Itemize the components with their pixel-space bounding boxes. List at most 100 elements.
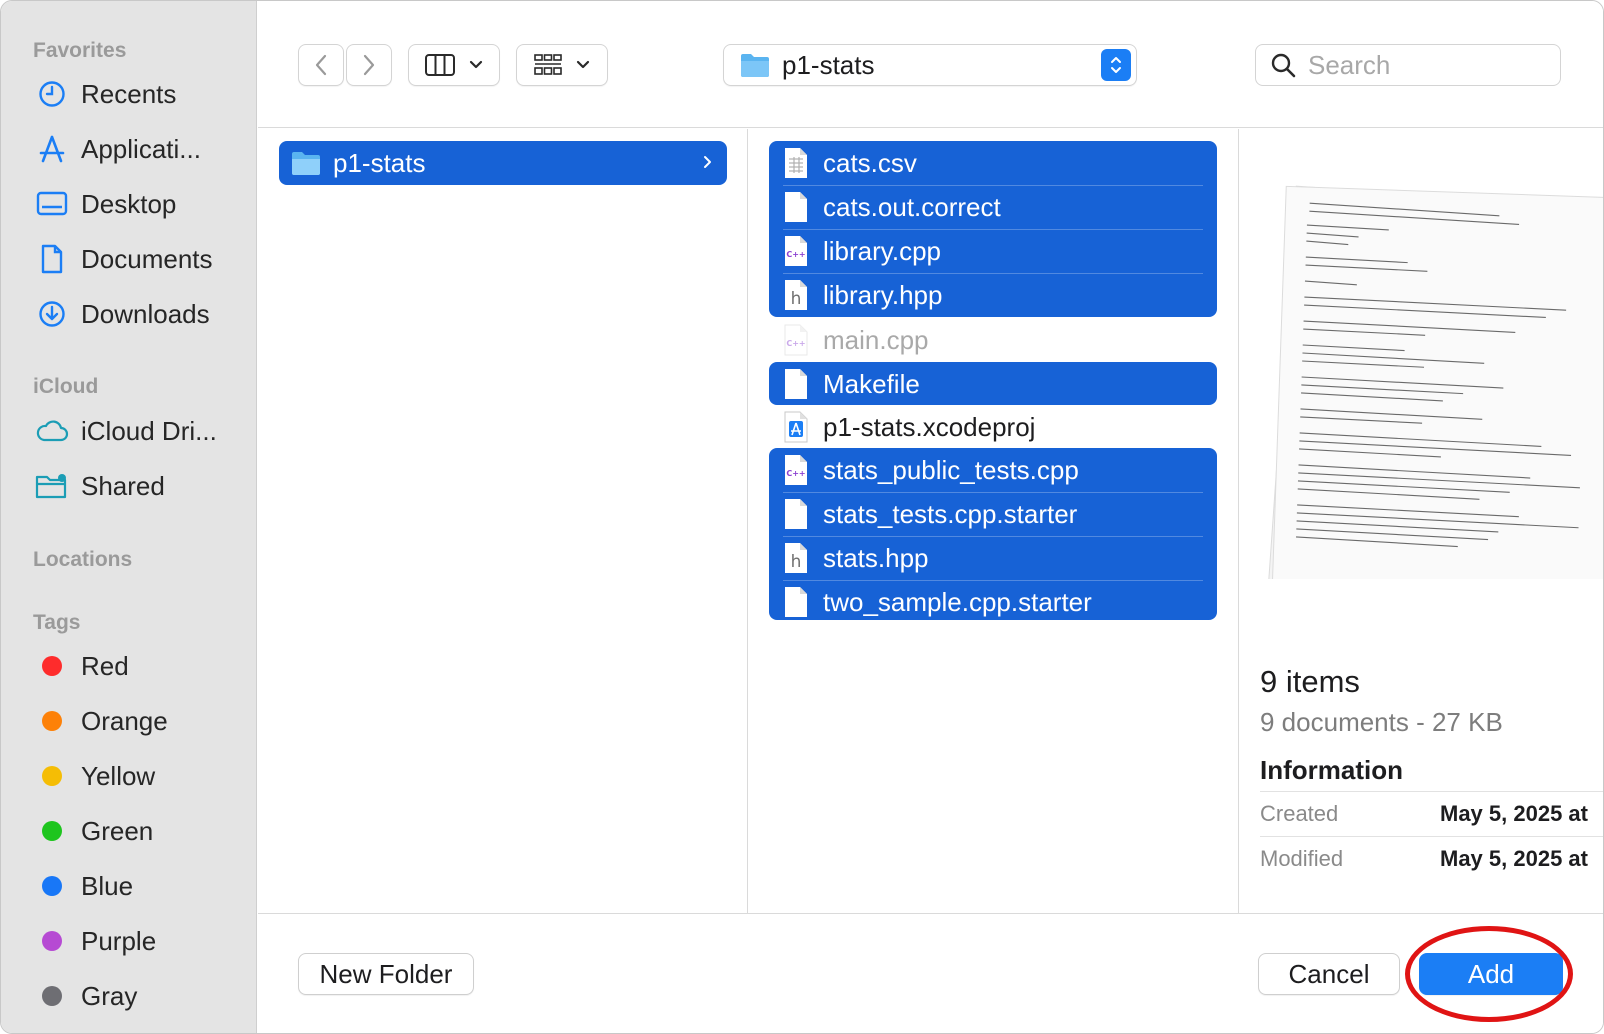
chevron-down-icon	[469, 60, 483, 69]
file-row-makefile[interactable]: Makefile	[769, 362, 1217, 406]
sidebar-item-label: Applicati...	[81, 133, 201, 164]
sidebar: Favorites Recents Applicati... Desktop D…	[1, 1, 257, 1033]
folder-icon	[292, 152, 320, 175]
file-row-stats-public-tests[interactable]: C++ stats_public_tests.cpp	[769, 448, 1217, 492]
svg-text:h: h	[791, 289, 802, 309]
file-name: cats.csv	[823, 147, 917, 178]
browser-column-2: cats.csv cats.out.correct C++ library.cp…	[749, 129, 1239, 913]
browser-column-1: p1-stats	[258, 129, 748, 913]
tag-label: Purple	[81, 925, 157, 956]
tags-header: Tags	[33, 611, 81, 634]
chevron-down-icon	[576, 60, 590, 69]
sidebar-item-label: Documents	[81, 243, 213, 274]
sidebar-item-icloud-drive[interactable]: iCloud Dri...	[35, 411, 245, 451]
tag-dot-icon	[42, 931, 62, 951]
sidebar-tag-yellow[interactable]: Yellow	[35, 756, 245, 796]
desktop-icon	[35, 188, 69, 220]
forward-button[interactable]	[346, 44, 392, 86]
folder-icon	[741, 54, 769, 77]
group-button[interactable]	[516, 44, 608, 86]
file-dialog: Favorites Recents Applicati... Desktop D…	[0, 0, 1604, 1034]
sidebar-item-desktop[interactable]: Desktop	[35, 184, 245, 224]
file-row-cats-csv[interactable]: cats.csv	[769, 141, 1217, 185]
downloads-icon	[35, 298, 69, 330]
applications-icon	[35, 133, 69, 165]
document-icon	[35, 243, 69, 275]
sidebar-item-documents[interactable]: Documents	[35, 239, 245, 279]
sidebar-tag-orange[interactable]: Orange	[35, 701, 245, 741]
blank-file-icon	[785, 192, 807, 222]
back-button[interactable]	[298, 44, 344, 86]
sidebar-item-label: Desktop	[81, 188, 177, 219]
sidebar-item-applications[interactable]: Applicati...	[35, 129, 245, 169]
svg-text:C++: C++	[786, 339, 805, 348]
new-folder-button[interactable]: New Folder	[298, 953, 474, 995]
toolbar: p1-stats Search	[258, 1, 1603, 128]
file-row-stats-tests-starter[interactable]: stats_tests.cpp.starter	[769, 492, 1217, 536]
file-name: cats.out.correct	[823, 191, 1001, 222]
file-row-xcodeproj[interactable]: p1-stats.xcodeproj	[769, 405, 1217, 449]
sidebar-tag-purple[interactable]: Purple	[35, 921, 245, 961]
blank-file-icon	[785, 499, 807, 529]
search-input[interactable]: Search	[1308, 50, 1390, 81]
selection-count: 9 items	[1260, 664, 1360, 699]
sidebar-tag-green[interactable]: Green	[35, 811, 245, 851]
file-row-library-hpp[interactable]: h library.hpp	[769, 273, 1217, 317]
file-name: Makefile	[823, 368, 920, 399]
blank-file-icon	[785, 587, 807, 617]
created-label: Created	[1260, 800, 1339, 826]
information-heading: Information	[1260, 755, 1403, 785]
header-file-icon: h	[785, 543, 807, 573]
tag-label: Blue	[81, 870, 134, 901]
cpp-file-icon: C++	[784, 324, 808, 356]
location-popup[interactable]: p1-stats	[723, 44, 1137, 86]
chevron-right-icon	[363, 54, 375, 76]
sidebar-item-recents[interactable]: Recents	[35, 74, 245, 114]
csv-file-icon	[785, 148, 807, 178]
sidebar-item-label: Recents	[81, 78, 177, 109]
svg-text:h: h	[791, 552, 802, 572]
tag-label: Yellow	[81, 760, 156, 791]
tag-label: Green	[81, 815, 154, 846]
modified-label: Modified	[1260, 845, 1344, 871]
search-field[interactable]: Search	[1255, 44, 1561, 86]
file-row-cats-out-correct[interactable]: cats.out.correct	[769, 185, 1217, 229]
cancel-button[interactable]: Cancel	[1258, 953, 1400, 995]
file-name: stats_tests.cpp.starter	[823, 498, 1078, 529]
modified-value: May 5, 2025 at	[1440, 845, 1588, 871]
file-name: two_sample.cpp.starter	[823, 586, 1092, 617]
sidebar-item-downloads[interactable]: Downloads	[35, 294, 245, 334]
dialog-footer: New Folder Cancel Add	[258, 913, 1603, 1033]
selection-summary: 9 documents - 27 KB	[1260, 707, 1503, 737]
view-mode-button[interactable]	[408, 44, 500, 86]
tag-dot-icon	[42, 656, 62, 676]
sidebar-tag-gray[interactable]: Gray	[35, 976, 245, 1016]
file-name: library.cpp	[823, 235, 942, 266]
sidebar-item-shared[interactable]: Shared	[35, 466, 245, 506]
document-stack-thumbnail	[1266, 185, 1603, 579]
file-name: stats.hpp	[823, 542, 929, 573]
folder-row-p1-stats[interactable]: p1-stats	[279, 141, 727, 185]
file-name: main.cpp	[823, 324, 929, 355]
locations-header: Locations	[33, 548, 133, 571]
add-button[interactable]: Add	[1419, 953, 1563, 995]
clock-icon	[35, 78, 69, 110]
file-row-stats-hpp[interactable]: h stats.hpp	[769, 536, 1217, 580]
preview-pane: 9 items 9 documents - 27 KB Information …	[1240, 129, 1603, 913]
header-file-icon: h	[785, 280, 807, 310]
file-row-library-cpp[interactable]: C++ library.cpp	[769, 229, 1217, 273]
sidebar-tag-blue[interactable]: Blue	[35, 866, 245, 906]
sidebar-tag-red[interactable]: Red	[35, 646, 245, 686]
file-row-main-cpp[interactable]: C++ main.cpp	[769, 318, 1217, 362]
svg-text:C++: C++	[786, 469, 805, 478]
xcodeproj-file-icon	[784, 411, 808, 443]
shared-folder-icon	[35, 470, 69, 502]
cloud-icon	[35, 415, 69, 447]
svg-text:C++: C++	[786, 250, 805, 259]
column-view-icon	[425, 54, 455, 76]
file-row-two-sample-starter[interactable]: two_sample.cpp.starter	[769, 580, 1217, 624]
cpp-file-icon: C++	[785, 236, 807, 266]
folder-label: p1-stats	[333, 147, 426, 178]
modified-row: Modified May 5, 2025 at	[1260, 836, 1603, 880]
file-name: stats_public_tests.cpp	[823, 454, 1079, 485]
